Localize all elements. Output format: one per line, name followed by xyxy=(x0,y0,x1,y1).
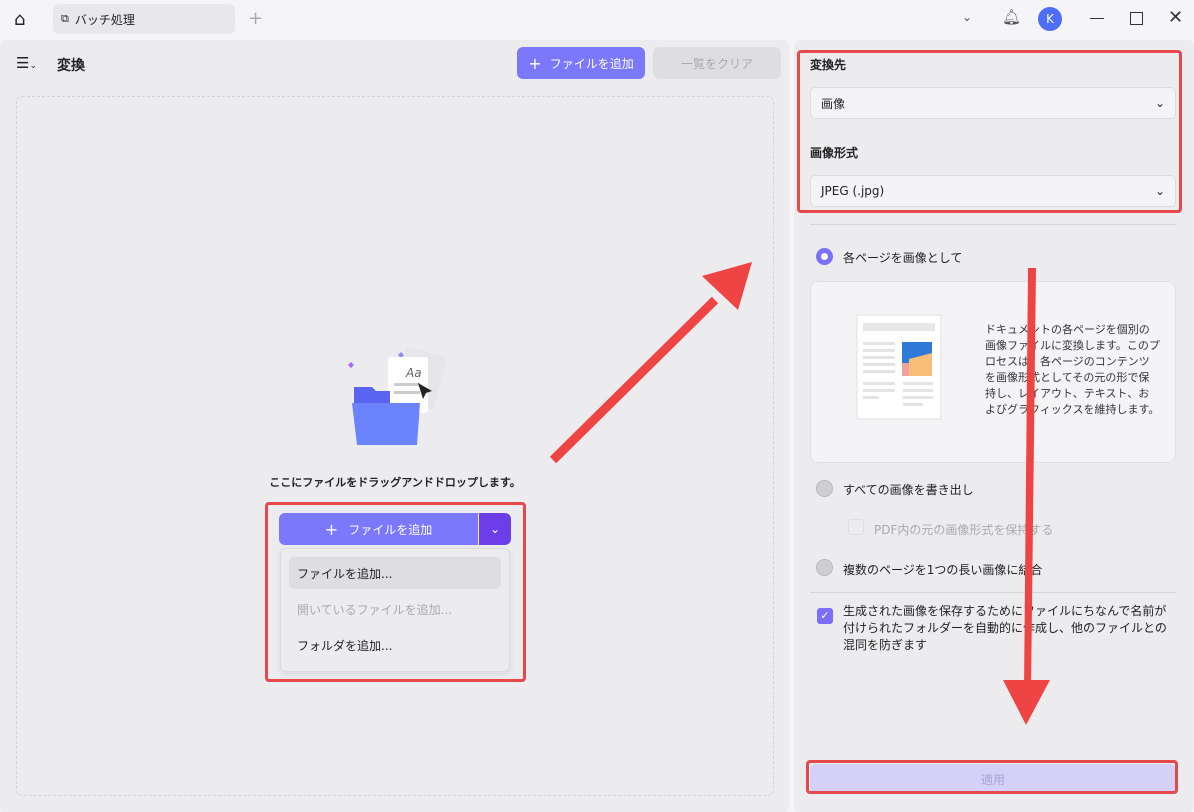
keep-format-checkbox[interactable] xyxy=(848,519,864,535)
convert-to-label: 変換先 xyxy=(810,58,847,72)
radio-merge-pages[interactable] xyxy=(816,559,833,576)
menu-icon[interactable]: ☰⌄ xyxy=(16,54,37,72)
menu-item-add-folder[interactable]: フォルダを追加... xyxy=(289,629,501,661)
option-description: ドキュメントの各ページを個別の画像ファイルに変換します。このプロセスは、各ページ… xyxy=(985,323,1160,416)
bell-icon[interactable]: 🔔︎ xyxy=(1002,8,1021,26)
batch-icon: ⧉ xyxy=(61,12,69,25)
radio-each-page[interactable] xyxy=(816,248,833,265)
convert-to-select[interactable]: 画像 ⌄ xyxy=(810,87,1176,119)
chevron-down-icon: ⌄ xyxy=(1154,96,1165,110)
add-files-button[interactable]: + ファイルを追加 xyxy=(517,47,645,79)
format-label: 画像形式 xyxy=(810,146,859,160)
chevron-down-icon[interactable]: ⌄ xyxy=(962,10,972,24)
format-select[interactable]: JPEG (.jpg) ⌄ xyxy=(810,175,1176,207)
chevron-down-icon: ⌄ xyxy=(1154,184,1165,198)
auto-folder-label: 生成された画像を保存するためにファイルにちなんで名前が付けられたフォルダーを自動… xyxy=(843,604,1167,652)
page-title: 変換 xyxy=(57,58,85,74)
drop-hint: ここにファイルをドラッグアンドドロップします。 xyxy=(269,476,521,489)
avatar[interactable]: K xyxy=(1038,7,1062,31)
divider xyxy=(810,224,1176,225)
add-files-dropdown-button[interactable]: ⌄ xyxy=(479,513,511,545)
svg-text:Aa: Aa xyxy=(405,366,422,380)
page-illustration-icon xyxy=(856,314,942,420)
maximize-button[interactable] xyxy=(1130,12,1143,25)
option-extract-label: すべての画像を書き出し xyxy=(843,483,974,497)
divider xyxy=(810,592,1176,593)
new-tab-button[interactable]: + xyxy=(248,8,263,29)
apply-button[interactable]: 適用 xyxy=(810,764,1176,794)
radio-extract-images[interactable] xyxy=(816,480,833,497)
close-button[interactable]: ✕ xyxy=(1168,7,1183,28)
minimize-button[interactable] xyxy=(1090,18,1104,19)
option-each-page-label: 各ページを画像として xyxy=(843,251,963,265)
menu-item-add-open-files[interactable]: 開いているファイルを追加... xyxy=(289,593,501,625)
add-files-main-button[interactable]: + ファイルを追加 xyxy=(279,513,478,545)
tab-batch[interactable]: ⧉ バッチ処理 xyxy=(53,4,235,34)
home-icon[interactable]: ⌂ xyxy=(14,9,25,30)
auto-folder-checkbox[interactable]: ✓ xyxy=(817,608,833,624)
add-files-menu: ファイルを追加... 開いているファイルを追加... フォルダを追加... xyxy=(280,548,510,672)
option-merge-label: 複数のページを1つの長い画像に結合 xyxy=(843,563,1043,577)
clear-list-button[interactable]: 一覧をクリア xyxy=(653,47,781,79)
tab-title: バッチ処理 xyxy=(74,12,135,27)
keep-format-label: PDF内の元の画像形式を保持する xyxy=(874,523,1054,537)
menu-item-add-file[interactable]: ファイルを追加... xyxy=(289,557,501,589)
folder-illustration-icon: Aa xyxy=(348,347,447,445)
